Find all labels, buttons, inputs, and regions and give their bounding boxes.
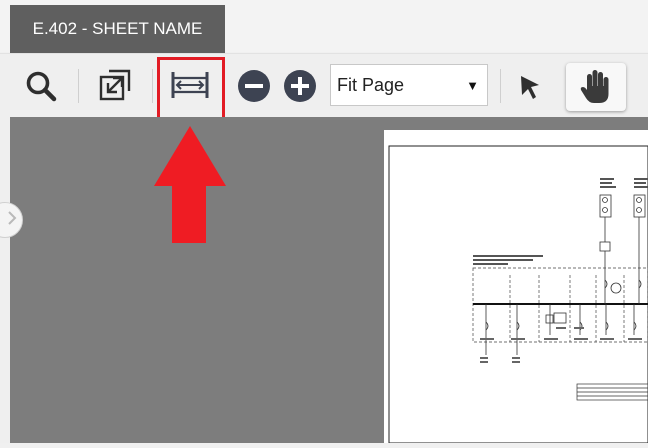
tab-title: E.402 - SHEET NAME xyxy=(32,19,203,38)
schematic-drawing xyxy=(388,145,648,444)
zoom-in-icon[interactable] xyxy=(283,69,317,103)
divider xyxy=(500,69,501,103)
zoom-select-value: Fit Page xyxy=(337,74,405,95)
pan-tool-button[interactable] xyxy=(566,63,626,111)
red-arrow-annotation xyxy=(154,126,226,249)
highlight-box xyxy=(157,57,225,121)
divider xyxy=(152,69,153,103)
expand-icon[interactable] xyxy=(96,66,134,104)
left-panel-edge xyxy=(0,117,10,443)
search-icon[interactable] xyxy=(22,68,60,104)
dropdown-arrow-icon: ▼ xyxy=(466,78,479,93)
divider xyxy=(78,69,79,103)
zoom-select[interactable]: Fit Page ▼ xyxy=(330,64,488,106)
tab-sheet[interactable]: E.402 - SHEET NAME xyxy=(10,5,225,53)
chevron-right-icon xyxy=(6,210,18,231)
zoom-out-icon[interactable] xyxy=(237,69,271,103)
tab-bar: E.402 - SHEET NAME xyxy=(0,0,648,53)
pan-hand-icon xyxy=(579,69,613,105)
pointer-icon[interactable] xyxy=(516,72,544,102)
drawing-sheet xyxy=(384,130,648,444)
toolbar: Fit Page ▼ xyxy=(0,53,648,117)
